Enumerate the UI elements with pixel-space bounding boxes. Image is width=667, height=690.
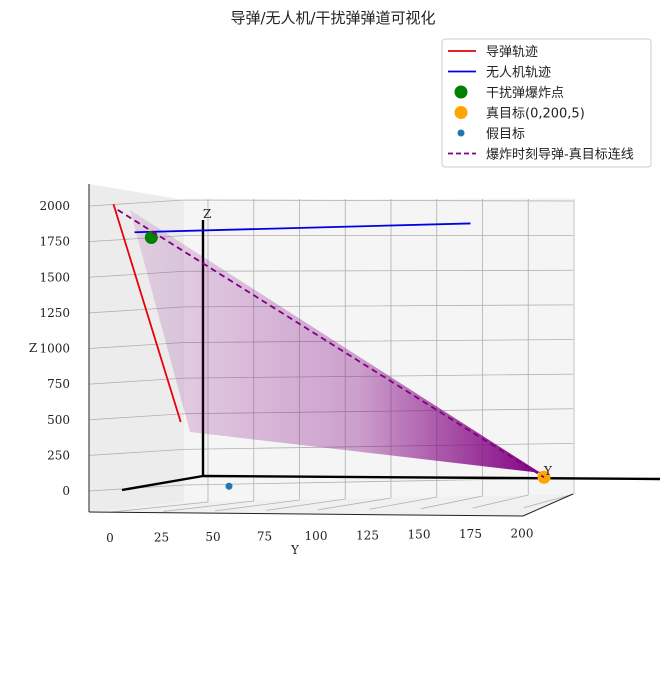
legend: 导弹轨迹无人机轨迹干扰弹爆炸点真目标(0,200,5) 假目标爆炸时刻导弹-真目标… [441, 38, 652, 168]
z-tick-label: 250 [47, 448, 70, 462]
y-tick-label: 125 [356, 528, 379, 542]
y-tick-label: 0 [106, 531, 114, 545]
legend-point-marker [457, 129, 465, 137]
z-tick-label: 750 [47, 377, 70, 391]
y-tick-label: 100 [305, 529, 328, 543]
z-tick-label: 1750 [39, 235, 70, 249]
y-axis-label: Y [290, 543, 300, 557]
y-axis-letter: Y [543, 464, 553, 478]
chart-3d: 导弹/无人机/干扰弹弹道可视化 025050075010001250150017… [29, 9, 661, 557]
z-tick-label: 1500 [39, 270, 70, 284]
legend-label: 导弹轨迹 [486, 45, 538, 60]
legend-point-marker [454, 85, 468, 99]
y-tick-label: 25 [154, 530, 169, 544]
legend-label: 真目标(0,200,5) [486, 107, 585, 122]
legend-point-marker [454, 106, 468, 119]
y-tick-label: 175 [459, 527, 482, 541]
y-tick-label: 200 [511, 527, 534, 541]
z-tick-label: 0 [62, 484, 70, 498]
y-tick-label: 50 [205, 530, 220, 544]
z-tick-label: 1000 [39, 342, 70, 356]
y-tick-label: 150 [408, 528, 431, 542]
z-axis-letter: Z [203, 207, 211, 221]
legend-label: 无人机轨迹 [486, 66, 551, 81]
legend-label: 爆炸时刻导弹-真目标连线 [486, 147, 634, 163]
z-axis-label: Z [29, 341, 37, 355]
series-point-4 [225, 482, 233, 490]
z-tick-label: 500 [47, 413, 70, 427]
y-tick-label: 75 [257, 529, 272, 543]
legend-label: 干扰弹爆炸点 [486, 86, 564, 101]
legend-label: 假目标 [486, 127, 525, 142]
z-tick-label: 1250 [39, 306, 70, 320]
chart-title: 导弹/无人机/干扰弹弹道可视化 [230, 9, 435, 27]
z-tick-label: 2000 [39, 199, 70, 213]
